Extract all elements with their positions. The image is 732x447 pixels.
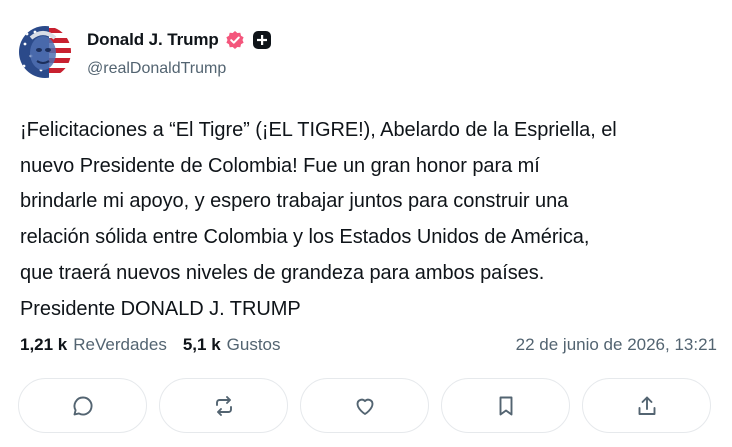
likes-stat[interactable]: 5,1 k Gustos xyxy=(183,335,281,355)
post-line: relación sólida entre Colombia y los Est… xyxy=(20,226,590,249)
share-icon xyxy=(638,396,655,415)
avatar-image xyxy=(19,26,71,78)
post-line: nuevo Presidente de Colombia! Fue un gra… xyxy=(20,154,540,177)
post-line: Presidente DONALD J. TRUMP xyxy=(20,297,301,320)
like-button[interactable] xyxy=(300,378,429,433)
reply-button[interactable] xyxy=(18,378,147,433)
share-button[interactable] xyxy=(582,378,711,433)
reposts-stat[interactable]: 1,21 k ReVerdades xyxy=(20,335,167,355)
repost-icon xyxy=(215,395,232,416)
post-text: ¡Felicitaciones a “El Tigre” (¡EL TIGRE!… xyxy=(20,113,720,327)
author-handle[interactable]: @realDonaldTrump xyxy=(87,60,226,78)
reposts-label: ReVerdades xyxy=(73,335,167,354)
repost-button[interactable] xyxy=(159,378,288,433)
post-line: ¡Felicitaciones a “El Tigre” (¡EL TIGRE!… xyxy=(20,119,617,141)
bookmark-icon xyxy=(499,396,512,415)
author-row: Donald J. Trump xyxy=(87,30,271,50)
avatar[interactable] xyxy=(19,26,71,78)
likes-count: 5,1 k xyxy=(182,335,221,354)
author-name[interactable]: Donald J. Trump xyxy=(87,30,219,50)
post-line: que traerá nuevos niveles de grandeza pa… xyxy=(20,261,545,284)
reposts-count: 1,21 k xyxy=(20,335,68,354)
post-line: brindarle mi apoyo, y espero trabajar ju… xyxy=(20,190,569,213)
likes-label: Gustos xyxy=(226,335,281,354)
plus-badge-icon xyxy=(252,31,271,49)
reply-icon xyxy=(73,396,92,415)
action-bar xyxy=(18,378,711,433)
post-date: 22 de junio de 2026, 13:21 xyxy=(515,335,717,354)
bookmark-button[interactable] xyxy=(441,378,570,433)
like-icon xyxy=(356,398,373,415)
post-stats: 1,21 k ReVerdades 5,1 k Gustos xyxy=(20,335,281,355)
verified-badge-icon xyxy=(225,30,245,50)
